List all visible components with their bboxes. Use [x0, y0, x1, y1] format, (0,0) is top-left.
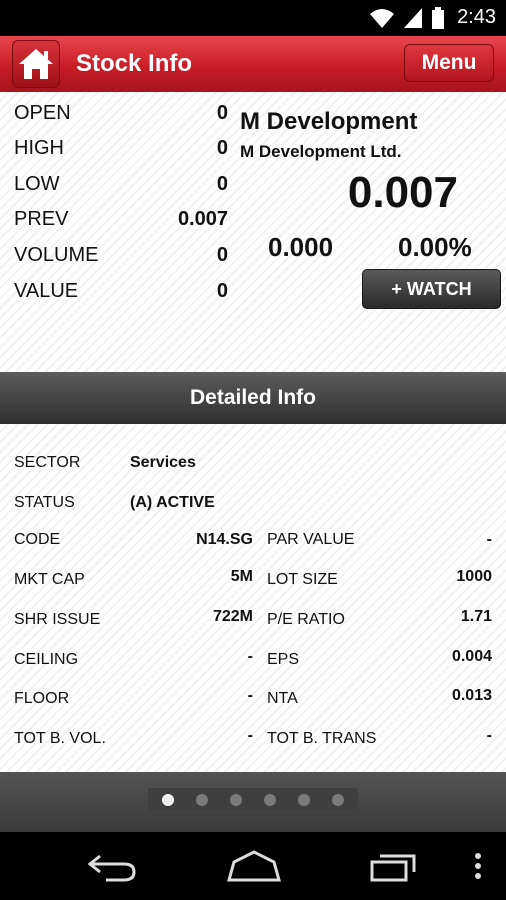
detail-section-header: Detailed Info [0, 372, 506, 424]
quote-value: 0 [216, 244, 228, 266]
overflow-menu-icon[interactable] [470, 848, 486, 884]
detail-label: NTA [267, 690, 298, 707]
quote-value: 0 [216, 137, 228, 159]
detail-value: 0.013 [451, 687, 492, 704]
quote-value: 0 [216, 173, 228, 195]
quote-row-open: OPEN 0 [14, 100, 228, 130]
quote-label: HIGH [14, 137, 64, 159]
detail-label: CODE [14, 531, 61, 548]
detail-value: 722M [212, 608, 253, 625]
quote-row-volume: VOLUME 0 [14, 242, 228, 272]
company-name: M Development [240, 108, 418, 135]
detail-label: SHR ISSUE [14, 611, 101, 628]
status-value: (A) ACTIVE [130, 494, 215, 511]
company-full-name: M Development Ltd. [240, 142, 402, 161]
detail-value: 1.71 [460, 608, 492, 625]
status-time: 2:43 [457, 6, 496, 28]
page-title: Stock Info [76, 50, 193, 77]
menu-button[interactable]: Menu [404, 44, 494, 82]
detail-label: CEILING [14, 651, 79, 668]
detail-value: 0.004 [451, 648, 492, 665]
page-dot[interactable] [332, 794, 344, 806]
page-dot[interactable] [196, 794, 208, 806]
detail-value: - [247, 687, 253, 704]
detail-value: - [247, 727, 253, 744]
quote-label: VOLUME [14, 244, 99, 266]
quote-label: OPEN [14, 102, 71, 124]
status-label: STATUS [14, 494, 75, 511]
detail-label: P/E RATIO [267, 611, 345, 628]
page-dot[interactable] [264, 794, 276, 806]
status-bar: 2:43 [0, 0, 506, 36]
detail-panel: SECTOR Services STATUS (A) ACTIVE CODE N… [0, 424, 506, 772]
sector-label: SECTOR [14, 454, 81, 471]
quote-label: PREV [14, 208, 69, 230]
detail-label: MKT CAP [14, 571, 85, 588]
detail-label: TOT B. VOL. [14, 730, 106, 747]
home-button[interactable] [12, 40, 60, 88]
quote-label: VALUE [14, 280, 79, 302]
detail-value: 5M [230, 568, 253, 585]
quote-row-high: HIGH 0 [14, 135, 228, 165]
system-nav-bar [0, 832, 506, 900]
detail-value: - [247, 648, 253, 665]
detail-value: N14.SG [196, 531, 253, 548]
detail-value: - [486, 727, 492, 744]
page-dot[interactable] [162, 794, 174, 806]
quote-value: 0 [216, 280, 228, 302]
page-indicator-bar [0, 772, 506, 832]
wifi-icon [370, 8, 395, 28]
price-change: 0.000 [268, 232, 334, 262]
sector-value: Services [130, 454, 196, 471]
back-icon[interactable] [86, 848, 138, 884]
detail-value: 1000 [456, 568, 492, 585]
quote-row-prev: PREV 0.007 [14, 206, 228, 236]
detail-label: PAR VALUE [267, 531, 355, 548]
recent-apps-icon[interactable] [368, 848, 420, 884]
quote-row-low: LOW 0 [14, 171, 228, 201]
quote-label: LOW [14, 173, 60, 195]
home-icon [19, 49, 53, 79]
add-watch-button[interactable]: + WATCH [362, 269, 501, 309]
page-dot[interactable] [298, 794, 310, 806]
home-nav-icon[interactable] [226, 848, 282, 884]
price-change-percent: 0.00% [398, 232, 472, 262]
signal-icon [404, 7, 423, 28]
battery-icon [432, 6, 445, 29]
detail-label: LOT SIZE [267, 571, 338, 588]
app-header: Stock Info Menu [0, 36, 506, 92]
detail-label: TOT B. TRANS [267, 730, 377, 747]
detail-label: EPS [267, 651, 300, 668]
quote-row-value: VALUE 0 [14, 278, 228, 308]
stock-summary-panel: OPEN 0 HIGH 0 LOW 0 PREV 0.007 VOLUME 0 … [0, 92, 506, 372]
page-dot[interactable] [230, 794, 242, 806]
detail-label: FLOOR [14, 690, 70, 707]
last-price: 0.007 [347, 168, 458, 217]
quote-value: 0.007 [177, 208, 228, 230]
page-dots [148, 788, 358, 810]
quote-value: 0 [216, 102, 228, 124]
detail-value: - [486, 531, 492, 548]
